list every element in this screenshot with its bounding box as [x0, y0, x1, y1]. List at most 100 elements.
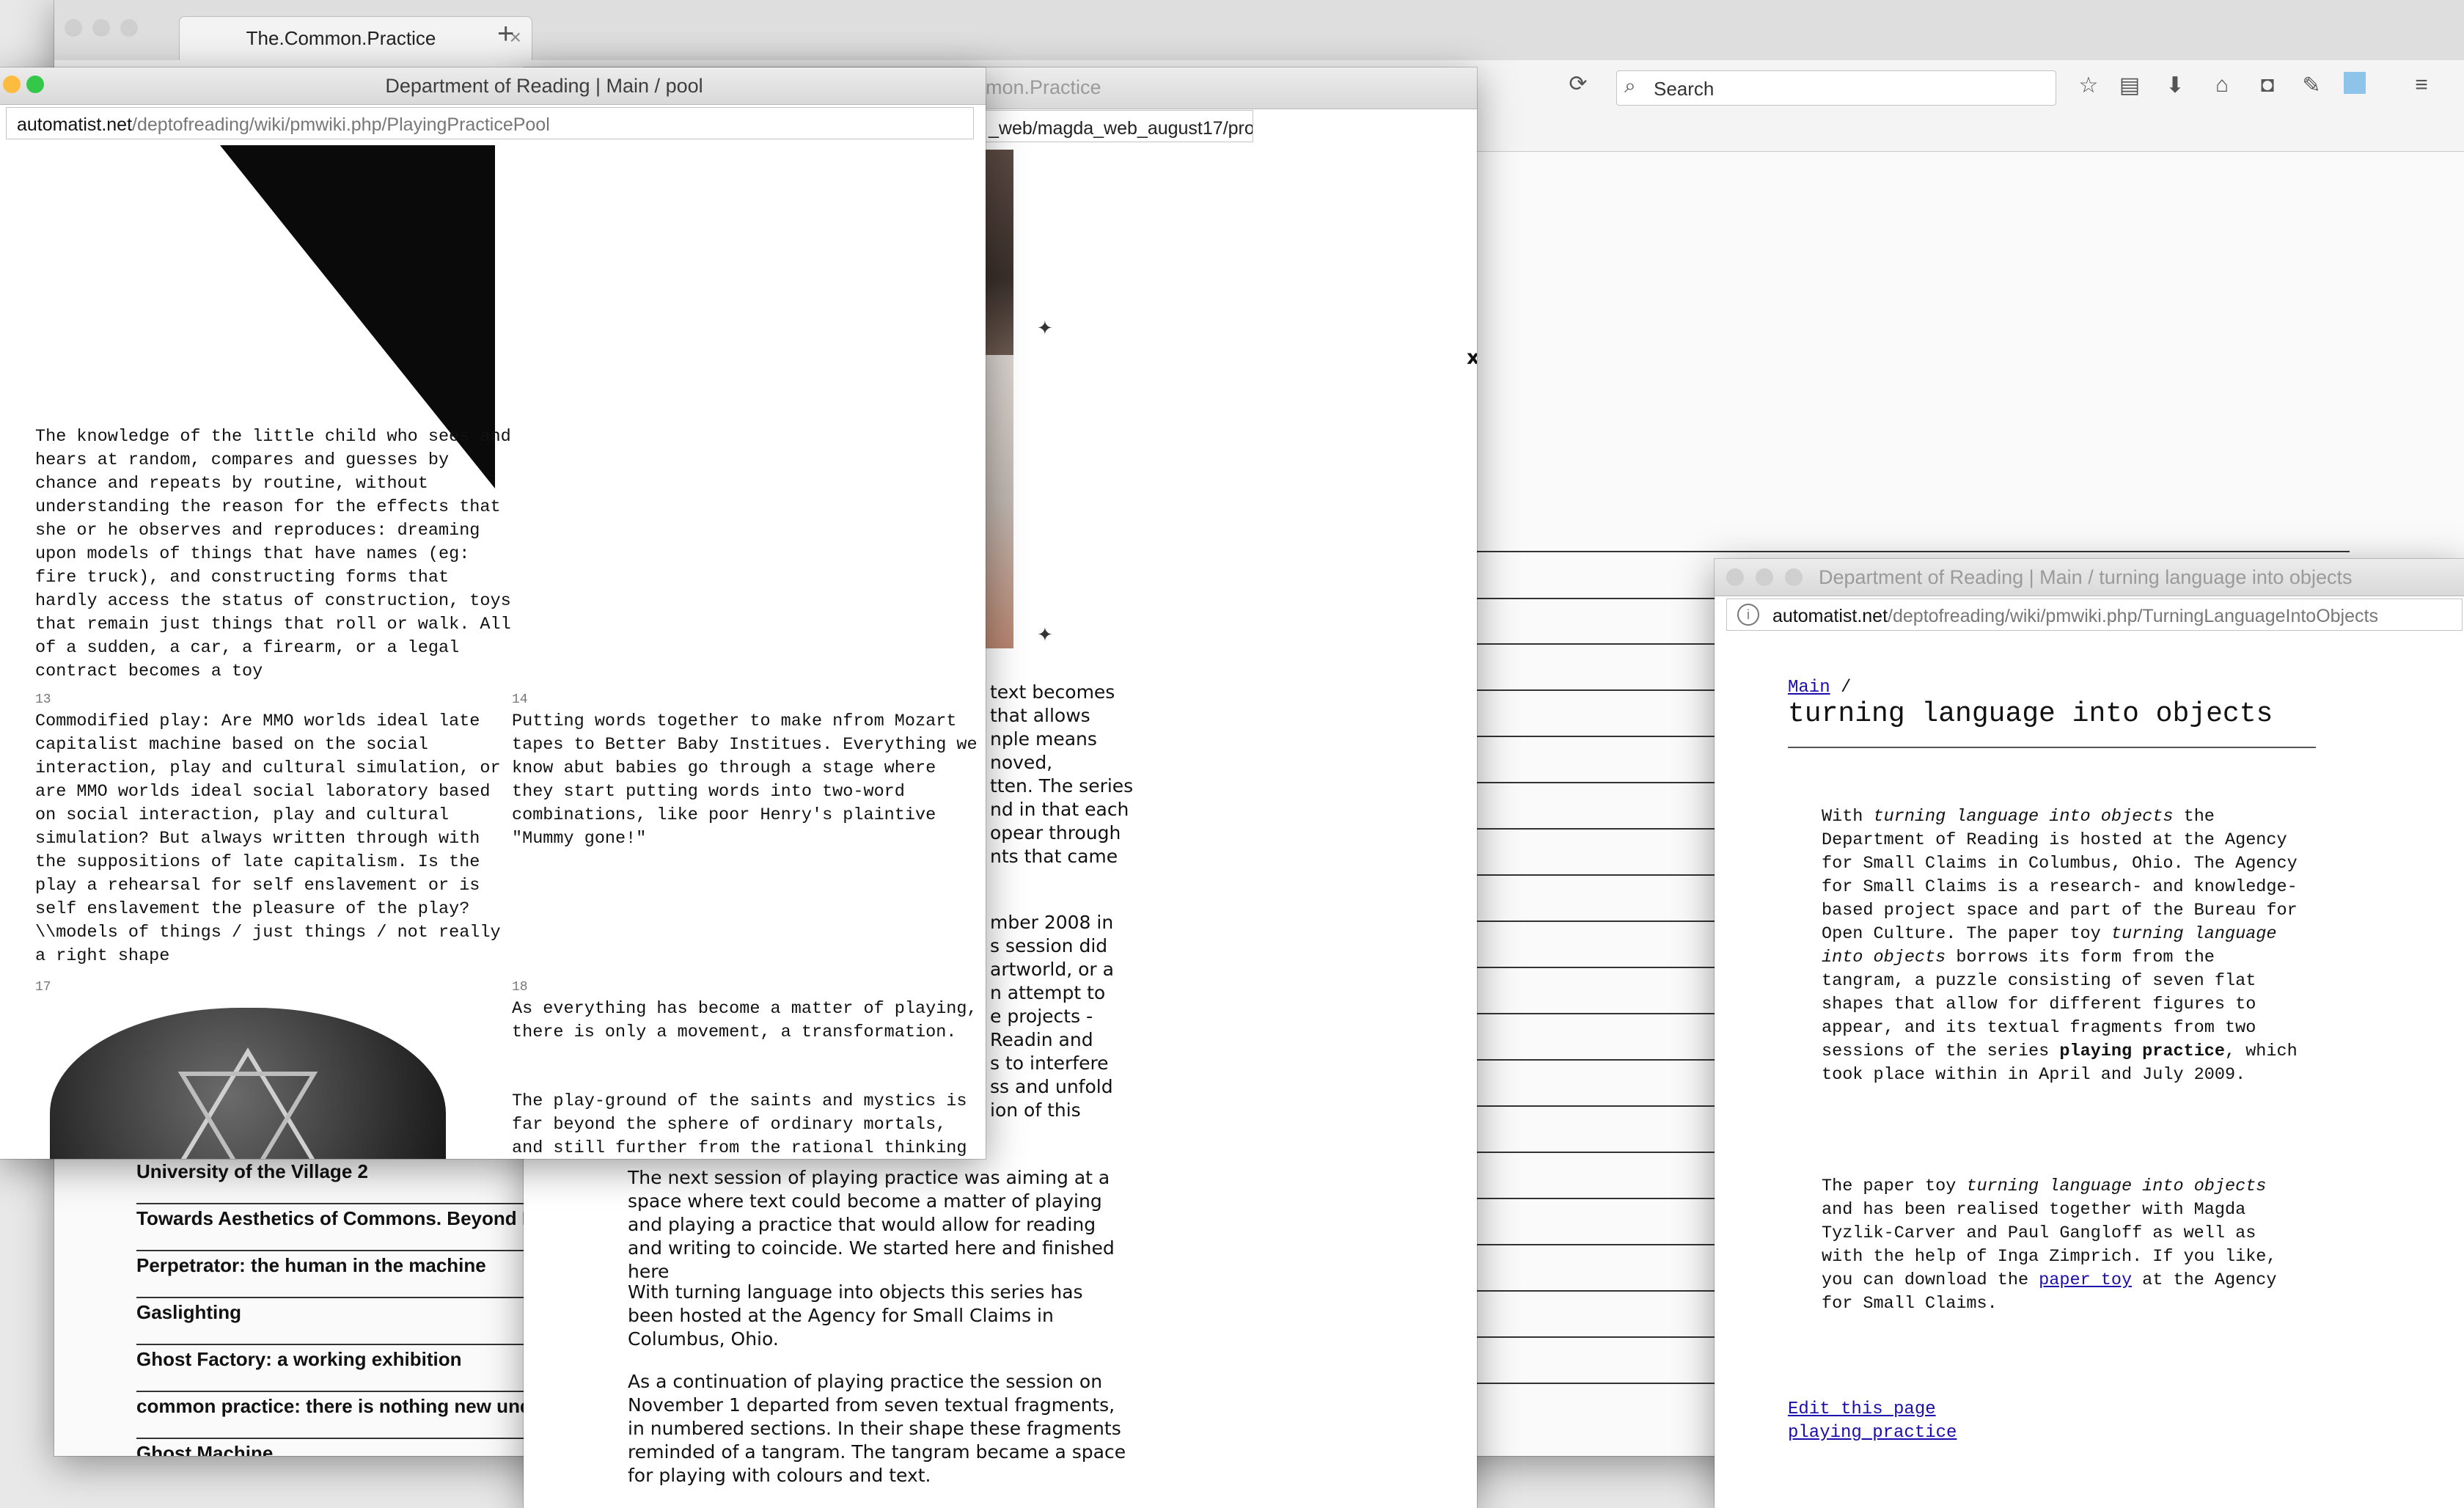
pool-titlebar: Department of Reading | Main / pool: [0, 67, 986, 105]
strong-text: playing practice: [2059, 1042, 2225, 1061]
home-icon[interactable]: ⌂: [2209, 72, 2235, 98]
url-path: /deptofreading/wiki/pmwiki.php/TurningLa…: [1888, 606, 2378, 626]
fragment-line: that allows: [990, 705, 1090, 726]
breadcrumb-separator: /: [1841, 678, 1852, 698]
emphasis: turning language into objects: [1966, 1176, 2267, 1196]
fragment-line: nd in that each: [990, 799, 1129, 820]
section-number: 18: [512, 980, 528, 995]
pool-urlbar[interactable]: automatist.net/deptofreading/wiki/pmwiki…: [6, 107, 974, 139]
minimize-dot[interactable]: [1756, 568, 1773, 586]
list-item[interactable]: University of the Village 2: [136, 1157, 525, 1204]
download-icon[interactable]: ⬇: [2162, 72, 2188, 98]
magda-url-text: _web/magda_web_august17/projects/magda.t…: [989, 118, 1253, 139]
text: With: [1822, 807, 1874, 827]
addon-icon[interactable]: [2344, 72, 2366, 94]
pool-window: Department of Reading | Main / pool auto…: [0, 67, 986, 1159]
fragment-line: nts that came: [990, 846, 1118, 867]
paragraph-next-session: The next session of playing practice was…: [628, 1167, 1115, 1282]
fragment-line: tten. The series: [990, 775, 1134, 797]
magda-image-2: [984, 355, 1013, 648]
text-13: Commodified play: Are MMO worlds ideal l…: [35, 711, 501, 966]
sparkle-icon: ✦: [1037, 623, 1053, 645]
list-item[interactable]: Gaslighting: [136, 1298, 525, 1345]
section-number: 14: [512, 692, 528, 707]
paragraph-hosted: With turning language into objects this …: [628, 1281, 1083, 1350]
playing-practice-link[interactable]: playing practice: [1788, 1423, 1957, 1443]
magda-title: mon.Practice: [986, 76, 1101, 98]
emphasis: turning language into objects: [1873, 807, 2174, 827]
bookmarks-list-icon[interactable]: ▤: [2116, 72, 2143, 98]
list-item[interactable]: Ghost Machine: [136, 1439, 525, 1456]
fragment-column-b: mber 2008 in s session did artworld, or …: [990, 911, 1114, 1122]
tl-window: Department of Reading | Main / turning l…: [1715, 559, 2464, 1508]
pocket-icon[interactable]: ◘: [2254, 72, 2281, 98]
divider: [1477, 551, 2350, 552]
search-box[interactable]: ⌕ Search: [1616, 70, 2056, 106]
fragment-line: ion of this: [990, 1099, 1081, 1121]
breadcrumb-main-link[interactable]: Main: [1788, 678, 1830, 698]
tl-title: Department of Reading | Main / turning l…: [1819, 566, 2353, 588]
bookmark-star-icon[interactable]: ☆: [2075, 72, 2102, 98]
url-path: /deptofreading/wiki/pmwiki.php/PlayingPr…: [132, 114, 550, 135]
minimize-dot[interactable]: [3, 76, 21, 93]
tab-title: The.Common.Practice: [246, 27, 436, 49]
fragment-column-a: text becomes that allows nple means nove…: [990, 681, 1133, 868]
text: the Department of Reading is hosted at t…: [1822, 807, 2298, 944]
section-number: 17: [35, 980, 51, 995]
sparkle-icon: ✦: [1037, 317, 1053, 339]
list-item[interactable]: Perpetrator: the human in the machine: [136, 1251, 525, 1298]
list-item[interactable]: common practice: there is nothing new un…: [136, 1392, 525, 1439]
maximize-dot[interactable]: [120, 19, 138, 37]
fragment-line: nple means: [990, 728, 1097, 750]
new-tab-icon[interactable]: +: [497, 18, 514, 51]
fragment-line: s to interfere: [990, 1053, 1109, 1074]
fragment-line: noved,: [990, 752, 1053, 773]
text-child: The knowledge of the little child who se…: [35, 427, 511, 681]
maximize-dot[interactable]: [26, 76, 44, 93]
reload-icon[interactable]: ⟳: [1565, 70, 1591, 97]
fragment-line: Readin and: [990, 1029, 1093, 1050]
close-dot[interactable]: [65, 19, 82, 37]
search-placeholder: Search: [1654, 78, 1715, 100]
extension-icon[interactable]: ✎: [2298, 72, 2325, 98]
text-18a: As everything has become a matter of pla…: [512, 999, 978, 1042]
section-heading-fragment: xts: [1467, 346, 1477, 369]
url-domain: automatist.net: [1772, 606, 1888, 626]
title-rule: [1788, 747, 2316, 748]
fragment-line: text becomes: [990, 681, 1115, 703]
magda-urlbar[interactable]: _web/magda_web_august17/projects/magda.t…: [982, 110, 1253, 142]
paragraph-continuation: As a continuation of playing practice th…: [628, 1371, 1126, 1486]
tl-page-body: Main / turning language into objects Wit…: [1715, 632, 2464, 1508]
fragment-line: artworld, or a: [990, 959, 1114, 980]
text-14: Putting words together to make nfrom Moz…: [512, 711, 978, 849]
fragment-line: mber 2008 in: [990, 912, 1114, 933]
text: The paper toy: [1822, 1176, 1967, 1196]
fragment-line: e projects -: [990, 1006, 1093, 1027]
breadcrumb: Main /: [1788, 678, 1851, 698]
fragment-line: s session did: [990, 935, 1108, 956]
tl-titlebar: Department of Reading | Main / turning l…: [1715, 559, 2464, 596]
list-item[interactable]: Ghost Factory: a working exhibition: [136, 1345, 525, 1392]
star-triangle: [177, 1072, 318, 1159]
minimize-dot[interactable]: [92, 19, 110, 37]
pool-title: Department of Reading | Main / pool: [385, 75, 703, 97]
tab-strip: The.Common.Practice × +: [54, 0, 2464, 61]
close-dot[interactable]: [1726, 568, 1744, 586]
list-item[interactable]: Towards Aesthetics of Commons. Beyond Pa: [136, 1204, 525, 1251]
section-number: 13: [35, 692, 51, 707]
fragment-line: opear through: [990, 822, 1121, 843]
info-icon[interactable]: i: [1737, 604, 1759, 626]
search-icon: ⌕: [1624, 74, 1636, 97]
tab-active[interactable]: The.Common.Practice ×: [179, 16, 532, 61]
maximize-dot[interactable]: [1785, 568, 1803, 586]
fragment-line: ss and unfold: [990, 1076, 1113, 1097]
fragment-line: n attempt to: [990, 982, 1106, 1003]
stone-seal-image: [35, 1000, 457, 1159]
tl-urlbar[interactable]: i automatist.net/deptofreading/wiki/pmwi…: [1726, 599, 2463, 631]
menu-icon[interactable]: ≡: [2408, 72, 2435, 98]
text-18b: The play-ground of the saints and mystic…: [512, 1091, 967, 1158]
paragraph-intro: With turning language into objects the D…: [1822, 805, 2298, 1087]
paper-toy-link[interactable]: paper toy: [2039, 1270, 2132, 1290]
edit-page-link[interactable]: Edit this page: [1788, 1399, 1936, 1419]
star-icon: [177, 1047, 318, 1159]
